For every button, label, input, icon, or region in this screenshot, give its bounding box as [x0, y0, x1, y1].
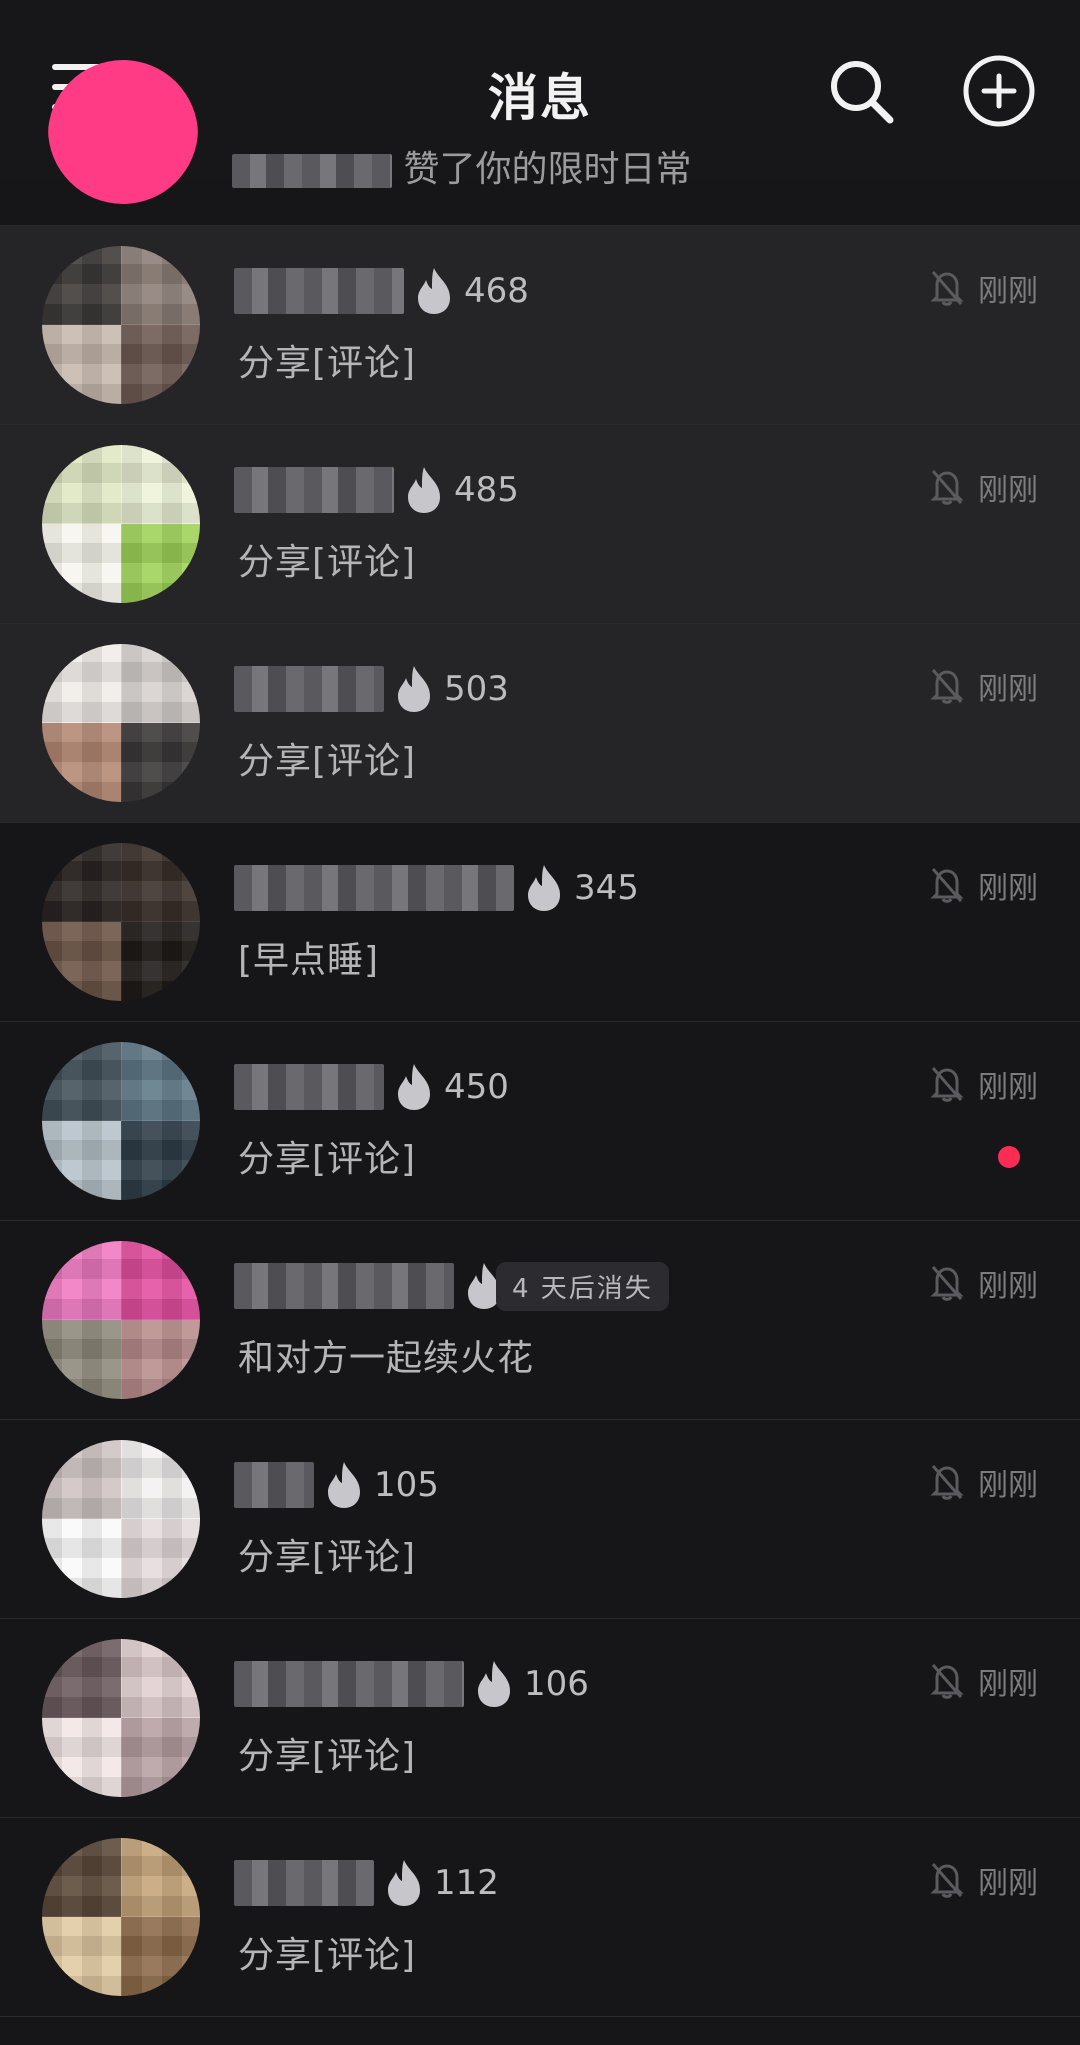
conversation-row[interactable]: 485 分享[评论] 刚刚	[0, 425, 1080, 624]
conversation-row[interactable]: 503 分享[评论] 刚刚	[0, 624, 1080, 823]
conversation-row[interactable]: 345 [早点睡] 刚刚	[0, 823, 1080, 1022]
message-preview: 和对方一起续火花	[238, 1338, 535, 1379]
timestamp: 刚刚	[978, 871, 1038, 906]
fire-streak-icon	[524, 863, 564, 913]
conversation-row[interactable]: 105 分享[评论] 刚刚	[0, 1420, 1080, 1619]
notification-avatar[interactable]	[48, 40, 198, 204]
notification-user-name	[232, 154, 392, 188]
timestamp: 刚刚	[978, 672, 1038, 707]
streak-count: 450	[444, 1067, 509, 1107]
avatar[interactable]	[42, 1639, 200, 1797]
contact-name	[234, 1462, 314, 1508]
timestamp: 刚刚	[978, 1866, 1038, 1901]
conversation-row[interactable]: 450 分享[评论] 刚刚	[0, 1022, 1080, 1221]
contact-name	[234, 1263, 454, 1309]
contact-name	[234, 467, 394, 513]
avatar[interactable]	[42, 1838, 200, 1996]
mute-bell-icon	[930, 1861, 964, 1899]
notification-banner[interactable]: 赞了你的限时日常	[232, 140, 691, 192]
fire-streak-icon	[474, 1659, 514, 1709]
message-preview: 分享[评论]	[238, 343, 417, 384]
conversation-row[interactable]: 112 分享[评论] 刚刚	[0, 1818, 1080, 2017]
fire-streak-icon	[394, 664, 434, 714]
contact-name	[234, 1661, 464, 1707]
search-icon[interactable]	[826, 56, 896, 126]
mute-bell-icon	[930, 866, 964, 904]
streak-count: 106	[524, 1664, 589, 1704]
notification-text: 赞了你的限时日常	[403, 149, 692, 190]
fire-streak-icon	[384, 1858, 424, 1908]
timestamp: 刚刚	[978, 1667, 1038, 1702]
mute-bell-icon	[930, 1463, 964, 1501]
message-preview: 分享[评论]	[238, 1537, 417, 1578]
mute-bell-icon	[930, 667, 964, 705]
fire-streak-icon	[414, 266, 454, 316]
message-preview: 分享[评论]	[238, 542, 417, 583]
message-preview: 分享[评论]	[238, 1736, 417, 1777]
contact-name	[234, 1860, 374, 1906]
fire-streak-icon	[324, 1460, 364, 1510]
contact-name	[234, 865, 514, 911]
timestamp: 刚刚	[978, 1468, 1038, 1503]
avatar[interactable]	[42, 644, 200, 802]
fire-streak-icon	[404, 465, 444, 515]
mute-bell-icon	[930, 269, 964, 307]
timestamp: 刚刚	[978, 274, 1038, 309]
streak-count: 105	[374, 1465, 439, 1505]
avatar[interactable]	[42, 1440, 200, 1598]
message-preview: 分享[评论]	[238, 1935, 417, 1976]
timestamp: 刚刚	[978, 473, 1038, 508]
avatar[interactable]	[42, 1241, 200, 1399]
avatar[interactable]	[42, 445, 200, 603]
streak-count: 112	[434, 1863, 499, 1903]
message-preview: 分享[评论]	[238, 741, 417, 782]
unread-dot	[998, 1146, 1020, 1168]
timestamp: 刚刚	[978, 1269, 1038, 1304]
add-icon[interactable]	[962, 54, 1036, 128]
avatar[interactable]	[42, 1042, 200, 1200]
streak-count: 485	[454, 470, 519, 510]
avatar[interactable]	[42, 843, 200, 1001]
mute-bell-icon	[930, 468, 964, 506]
conversation-row[interactable]: 4 天后消失和对方一起续火花 刚刚	[0, 1221, 1080, 1420]
contact-name	[234, 268, 404, 314]
message-preview: [早点睡]	[238, 940, 380, 981]
streak-count: 503	[444, 669, 509, 709]
contact-name	[234, 666, 384, 712]
conversation-row[interactable]: 106 分享[评论] 刚刚	[0, 1619, 1080, 1818]
timestamp: 刚刚	[978, 1070, 1038, 1105]
expire-badge: 4 天后消失	[496, 1261, 669, 1311]
mute-bell-icon	[930, 1264, 964, 1302]
fire-streak-icon	[394, 1062, 434, 1112]
conversation-list: 468 分享[评论] 刚刚 485 分享[评论] 刚刚 503 分享[评论] 刚刚 345 [早点睡…	[0, 226, 1080, 2017]
mute-bell-icon	[930, 1662, 964, 1700]
mute-bell-icon	[930, 1065, 964, 1103]
streak-count: 345	[574, 868, 639, 908]
message-preview: 分享[评论]	[238, 1139, 417, 1180]
streak-count: 468	[464, 271, 529, 311]
contact-name	[234, 1064, 384, 1110]
conversation-row[interactable]: 468 分享[评论] 刚刚	[0, 226, 1080, 425]
avatar[interactable]	[42, 246, 200, 404]
